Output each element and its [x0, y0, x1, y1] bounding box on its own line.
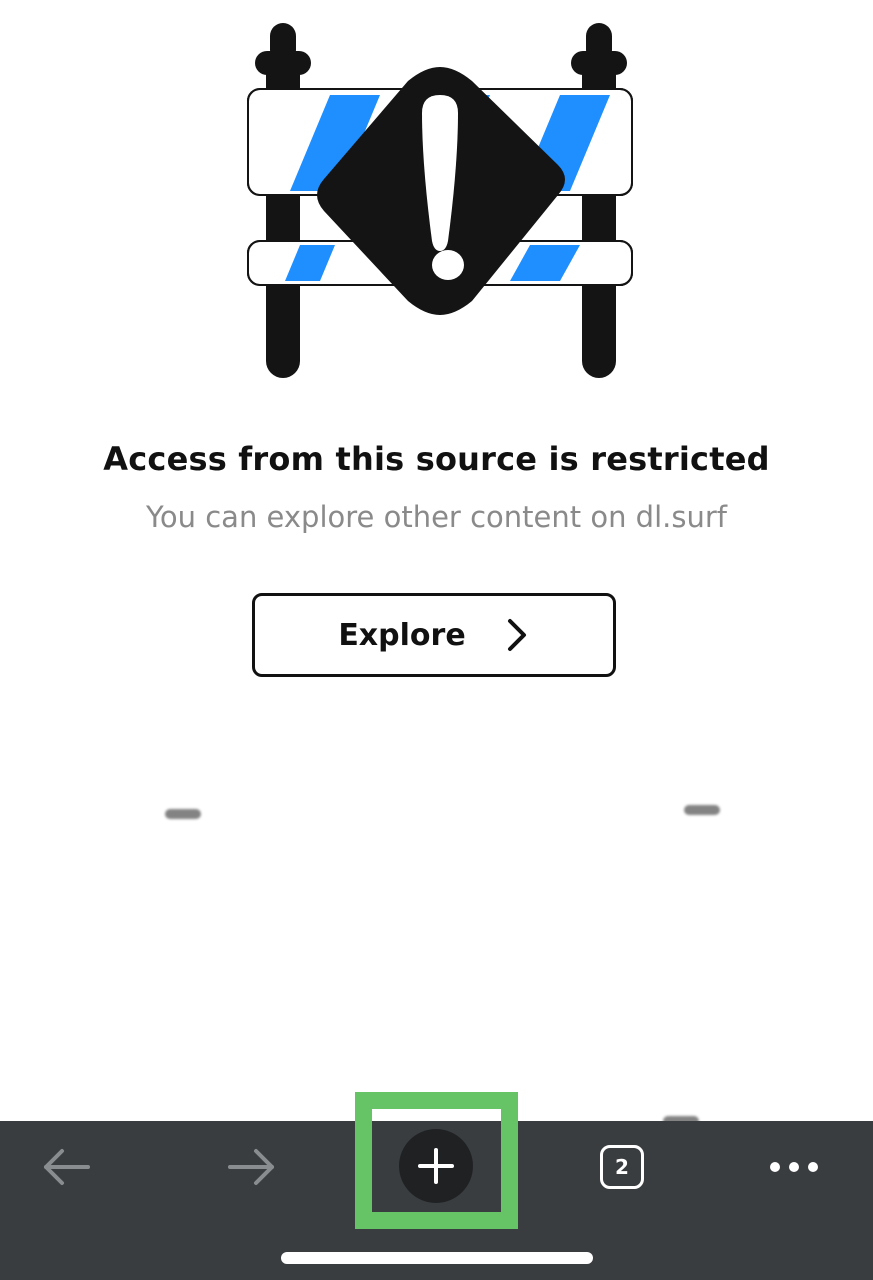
arrow-left-icon	[44, 1149, 90, 1185]
tab-count: 2	[615, 1155, 629, 1179]
chevron-right-icon	[507, 619, 526, 651]
restricted-title: Access from this source is restricted	[103, 440, 770, 478]
more-dots-icon	[770, 1162, 818, 1172]
explore-button[interactable]: Explore	[252, 593, 616, 677]
explore-button-label: Explore	[338, 617, 466, 653]
arrow-right-icon	[228, 1149, 274, 1185]
new-tab-button[interactable]	[399, 1129, 473, 1203]
roadblock-warning-icon	[247, 23, 633, 378]
tab-count-badge: 2	[600, 1145, 644, 1189]
home-indicator[interactable]	[281, 1252, 593, 1264]
smudge-mark	[684, 805, 720, 815]
forward-button[interactable]	[222, 1145, 282, 1189]
more-menu-button[interactable]	[764, 1145, 824, 1189]
browser-toolbar: 2	[0, 1121, 873, 1280]
tab-switcher-button[interactable]: 2	[596, 1143, 648, 1191]
smudge-mark	[165, 809, 201, 819]
back-button[interactable]	[36, 1145, 96, 1189]
plus-icon	[418, 1148, 454, 1184]
restricted-subtitle: You can explore other content on dl.surf	[146, 500, 727, 534]
restricted-page: Access from this source is restricted Yo…	[0, 0, 873, 1280]
